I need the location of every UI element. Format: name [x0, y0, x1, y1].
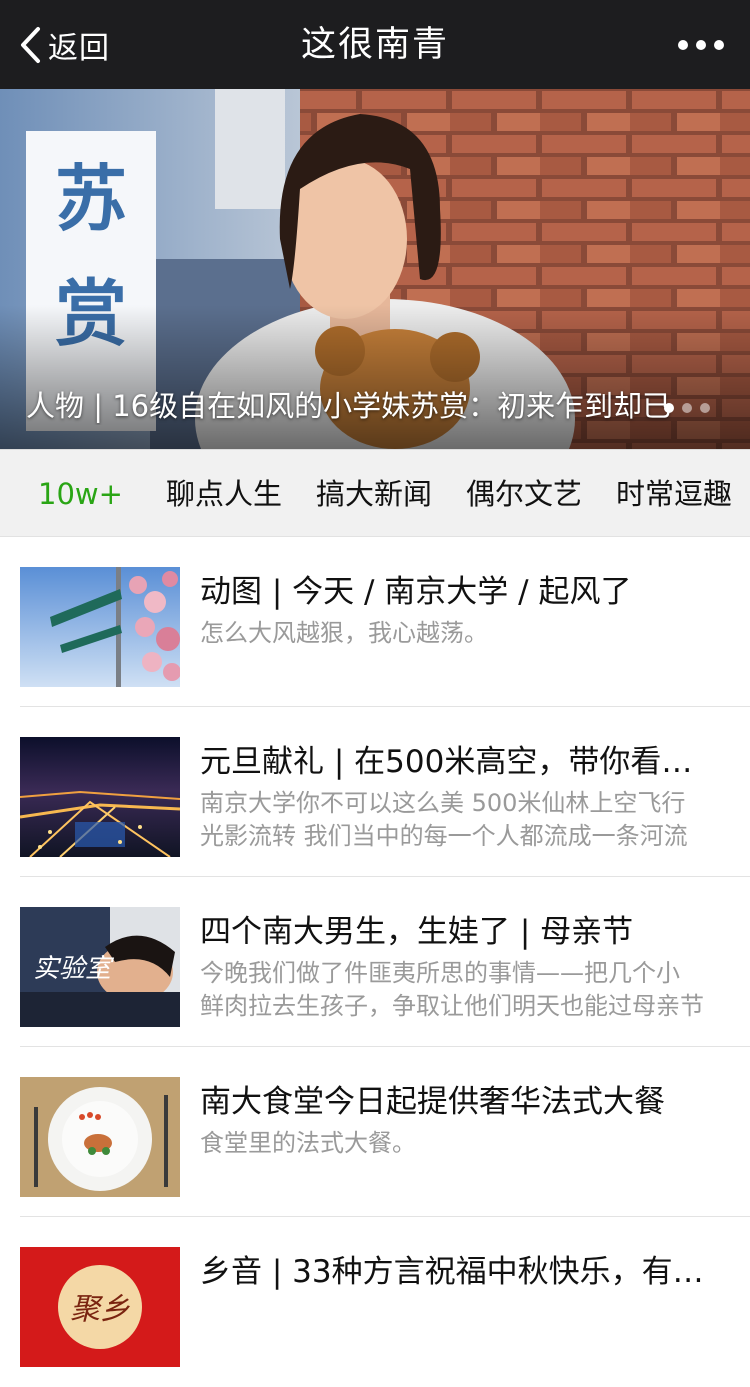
article-thumbnail: 实验室: [20, 907, 180, 1027]
article-summary-line: 南京大学你不可以这么美 500米仙林上空飞行: [200, 789, 686, 817]
more-dots-icon[interactable]: [678, 30, 724, 60]
banner-caption: 人物 | 16级自在如风的小学妹苏赏：初来乍到却已: [26, 389, 672, 423]
page-title: 这很南青: [300, 25, 449, 65]
top-navbar: 返回 这很南青: [0, 0, 750, 89]
pagination-dot: [700, 403, 710, 413]
tab-life[interactable]: 聊点人生: [166, 450, 282, 536]
tab-big-news[interactable]: 搞大新闻: [316, 450, 432, 536]
article-summary-line: 光影流转 我们当中的每一个人都流成一条河流: [200, 822, 688, 850]
article-thumbnail: [20, 737, 180, 857]
article-item[interactable]: 元旦献礼 | 在500米高空，带你看南京大学仙林校区 南京大学你不可以这么美 5…: [0, 707, 750, 877]
article-summary-line: 今晚我们做了件匪夷所思的事情——把几个小: [200, 959, 680, 987]
featured-banner[interactable]: 苏 赏 人物 | 16级自在如风的小学妹苏赏：初来乍到却已: [0, 89, 750, 449]
article-summary-line: 鲜肉拉去生孩子，争取让他们明天也能过母亲节: [200, 992, 704, 1020]
article-title: 南大食堂今日起提供奢华法式大餐: [200, 1084, 665, 1120]
article-item[interactable]: 动图 | 今天 / 南京大学 / 起风了 怎么大风越狠，我心越荡。: [0, 537, 750, 707]
tab-funny[interactable]: 时常逗趣: [616, 450, 732, 536]
article-summary: 怎么大风越狠，我心越荡。: [200, 617, 720, 650]
tab-literary[interactable]: 偶尔文艺: [466, 450, 582, 536]
article-summary: 南京大学你不可以这么美 500米仙林上空飞行 光影流转 我们当中的每一个人都流成…: [200, 787, 720, 853]
article-item[interactable]: 南大食堂今日起提供奢华法式大餐 食堂里的法式大餐。: [0, 1047, 750, 1217]
article-item[interactable]: 实验室 四个南大男生，生娃了 | 母亲节 今晚我们做了件匪夷所思的事情——把几个…: [0, 877, 750, 1047]
article-summary-line: 怎么大风越狠，我心越荡。: [200, 619, 488, 647]
article-item[interactable]: 聚乡 乡音 | 33种方言祝福中秋快乐，有你的家乡话吗: [0, 1217, 750, 1387]
thumbnail-text: 实验室: [33, 954, 115, 984]
article-title: 元旦献礼 | 在500米高空，带你看南京大学仙林校区: [200, 744, 720, 780]
article-summary-line: 食堂里的法式大餐。: [200, 1129, 416, 1157]
banner-pagination: [664, 403, 710, 413]
tab-10w-plus[interactable]: 10w+: [38, 450, 123, 536]
article-summary: 今晚我们做了件匪夷所思的事情——把几个小 鲜肉拉去生孩子，争取让他们明天也能过母…: [200, 957, 720, 1023]
pagination-dot: [664, 403, 674, 413]
article-title: 四个南大男生，生娃了 | 母亲节: [200, 914, 634, 950]
article-title: 动图 | 今天 / 南京大学 / 起风了: [200, 574, 632, 610]
thumbnail-text: 聚乡: [70, 1292, 130, 1327]
article-summary: 食堂里的法式大餐。: [200, 1127, 720, 1160]
article-title: 乡音 | 33种方言祝福中秋快乐，有你的家乡话吗: [200, 1254, 720, 1290]
article-thumbnail: 聚乡: [20, 1247, 180, 1367]
article-thumbnail: [20, 567, 180, 687]
category-tabs: 10w+ 聊点人生 搞大新闻 偶尔文艺 时常逗趣: [0, 449, 750, 537]
article-thumbnail: [20, 1077, 180, 1197]
pagination-dot: [682, 403, 692, 413]
